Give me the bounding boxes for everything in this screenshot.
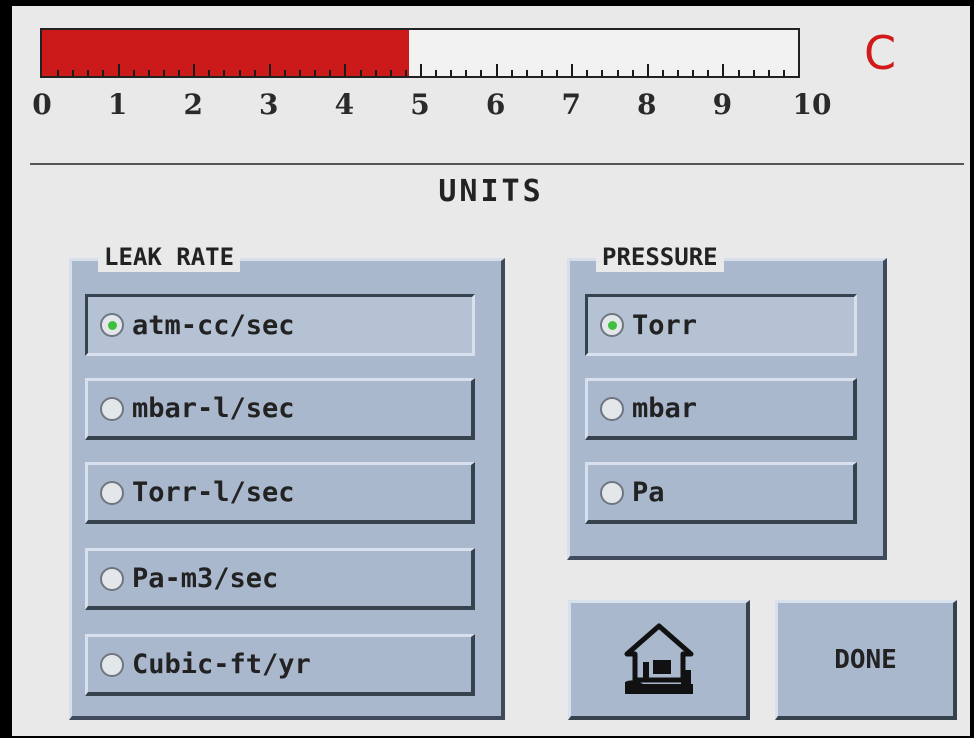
radio-icon (100, 396, 124, 421)
bargraph-tick (616, 70, 619, 76)
bargraph-tick (420, 64, 422, 76)
option-label: mbar-l/sec (132, 393, 295, 424)
home-icon (624, 623, 693, 694)
option-label: Pa (632, 477, 665, 508)
scale-label: 0 (32, 88, 52, 121)
home-button[interactable] (568, 600, 750, 720)
bargraph-tick (525, 70, 528, 76)
bargraph-tick (707, 70, 710, 76)
bargraph-tick (268, 64, 271, 76)
done-button-label: DONE (834, 644, 897, 675)
bargraph-tick (571, 64, 574, 76)
bargraph-tick (102, 70, 105, 76)
leak-rate-option-mbar-l-sec[interactable]: mbar-l/sec (85, 378, 475, 440)
bargraph-tick (752, 70, 755, 76)
bargraph-tick (767, 70, 770, 76)
bargraph-tick (556, 70, 559, 76)
scale-label: 2 (183, 88, 203, 121)
option-label: Pa-m3/sec (132, 563, 279, 594)
scale-label: 7 (561, 88, 581, 121)
bargraph-tick (57, 70, 60, 76)
bargraph-tick (495, 64, 498, 76)
bargraph-tick (722, 64, 725, 76)
bargraph-tick (132, 70, 135, 76)
leak-rate-option-cubic-ft-yr[interactable]: Cubic-ft/yr (85, 634, 475, 696)
pressure-option-pa[interactable]: Pa (585, 462, 857, 524)
bargraph-tick (72, 70, 75, 76)
option-label: Torr-l/sec (132, 477, 295, 508)
instrument-screen: 0 1 2 3 4 5 6 7 8 9 10 C UNITS LEAK RATE atm-cc/se… (12, 6, 970, 736)
bargraph-tick (238, 70, 241, 76)
bargraph-scale: 0 1 2 3 4 5 6 7 8 9 10 (12, 88, 832, 128)
scale-label: 1 (107, 88, 128, 121)
radio-icon (100, 566, 124, 591)
pressure-option-torr[interactable]: Torr (585, 294, 857, 356)
scale-label: 3 (259, 88, 279, 121)
bargraph-tick (117, 64, 120, 76)
radio-icon (100, 480, 124, 505)
leak-rate-option-pa-m3-sec[interactable]: Pa-m3/sec (85, 548, 475, 610)
scale-label: 6 (485, 88, 506, 121)
scale-label: 8 (637, 88, 657, 121)
bargraph-tick (299, 70, 302, 76)
bargraph-tick (178, 70, 181, 76)
bargraph-ticks (42, 64, 798, 76)
radio-icon (100, 313, 124, 337)
option-label: Torr (632, 309, 698, 341)
bargraph-tick (586, 70, 589, 76)
option-label: atm-cc/sec (132, 309, 295, 341)
scale-label: 9 (712, 88, 733, 121)
radio-icon (100, 652, 124, 677)
scale-label: 4 (334, 88, 355, 121)
bargraph-tick (692, 70, 695, 76)
bargraph-tick (661, 70, 664, 76)
radio-icon (600, 396, 624, 421)
option-label: mbar (632, 393, 698, 424)
bargraph-tick (465, 70, 468, 76)
bargraph-tick (737, 70, 740, 76)
bargraph-tick (646, 64, 649, 76)
bargraph-tick (253, 70, 256, 76)
bargraph-tick (782, 70, 785, 76)
bargraph-tick (404, 70, 407, 76)
scale-label: 10 (792, 88, 832, 121)
pressure-group-label: PRESSURE (596, 242, 724, 272)
mode-indicator: C (864, 26, 897, 80)
done-button[interactable]: DONE (775, 600, 957, 720)
pressure-option-mbar[interactable]: mbar (585, 378, 857, 440)
header-divider (30, 163, 964, 165)
bargraph-tick (208, 70, 211, 76)
bargraph-tick (389, 70, 392, 76)
radio-icon (600, 313, 624, 337)
bargraph-tick (162, 70, 165, 76)
leak-rate-group-label: LEAK RATE (98, 242, 241, 272)
scale-label: 5 (410, 88, 430, 121)
bargraph-tick (329, 70, 332, 76)
leak-rate-bargraph (40, 28, 800, 78)
bargraph-tick (193, 64, 196, 76)
bargraph-tick (223, 70, 226, 76)
bargraph-tick (87, 70, 90, 76)
bargraph-tick (283, 70, 286, 76)
bargraph-tick (540, 70, 543, 76)
option-label: Cubic-ft/yr (132, 649, 311, 680)
bargraph-tick (480, 70, 483, 76)
leak-rate-option-torr-l-sec[interactable]: Torr-l/sec (85, 462, 475, 524)
bargraph-tick (435, 70, 438, 76)
bargraph-tick (314, 70, 317, 76)
bargraph-tick (631, 70, 634, 76)
page-title: UNITS (438, 174, 544, 209)
bargraph-tick (677, 70, 680, 76)
leak-rate-option-atm-cc-sec[interactable]: atm-cc/sec (85, 294, 475, 356)
bargraph-tick (601, 70, 604, 76)
bargraph-tick (510, 70, 513, 76)
bargraph-tick (374, 70, 377, 76)
bargraph-tick (344, 64, 347, 76)
bargraph-tick (147, 70, 150, 76)
bargraph-tick (359, 70, 362, 76)
bargraph-tick (450, 70, 453, 76)
radio-icon (600, 480, 624, 505)
